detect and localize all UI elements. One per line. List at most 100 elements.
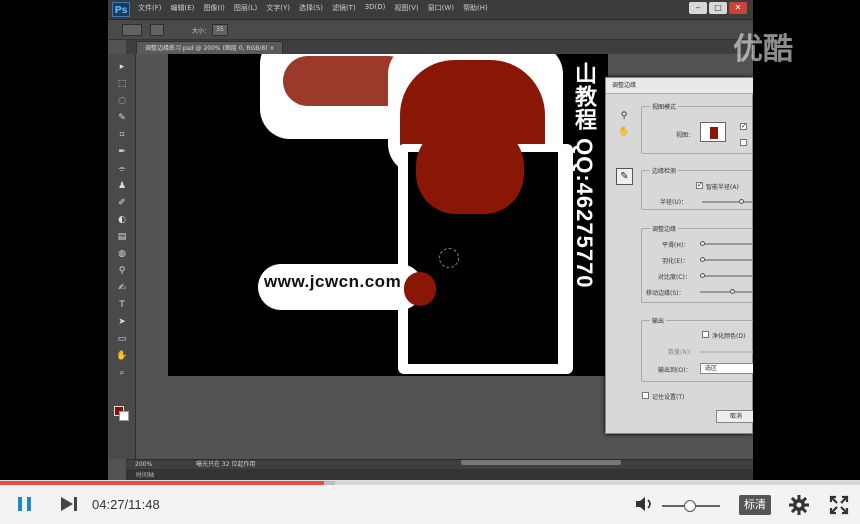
refine-edge-dialog: 调整边缘 ⚲ ✋ ✎ 视图模式 视图： 边缘检测 智能半径(A) 半径(U)： [605,77,753,434]
photoshop-window: Ps 文件(F) 编辑(E) 图像(I) 图层(L) 文字(Y) 选择(S) 滤… [108,0,753,480]
smart-radius-label: 智能半径(A) [706,184,739,191]
document-canvas[interactable]: www.jcwcn.com 山教程 QQ:46275770 [168,54,608,376]
menu-item-edit[interactable]: 编辑(E) [171,3,195,13]
options-bar: 大小： 35 [108,20,753,40]
menu-item-file[interactable]: 文件(F) [138,3,162,13]
fullscreen-button[interactable] [828,494,850,516]
horizontal-scrollbar[interactable] [461,460,621,465]
tool-preset-picker[interactable] [122,24,142,36]
edge-detection-group: 边缘检测 智能半径(A) 半径(U)： [641,166,753,210]
smart-radius-checkbox[interactable] [696,181,703,189]
shift-edge-label: 移动边缘(S)： [646,290,685,297]
marquee-tool-icon[interactable]: ⬚ [116,79,128,89]
next-icon [61,497,77,511]
menu-item-select[interactable]: 选择(S) [299,3,323,13]
background-color-swatch[interactable] [119,411,129,421]
menu-item-filter[interactable]: 滤镜(T) [332,3,356,13]
toolbox: ▸ ⬚ ◌ ✎ ⌗ ✒ ⌯ ♟ ✐ ◐ ▤ ◍ ⚲ ✍ T ➤ ▭ ✋ ⌕ [108,54,136,459]
settings-button[interactable] [788,494,810,516]
output-to-label: 输出到(O)： [658,367,692,374]
hand-icon[interactable]: ✋ [618,126,630,138]
pen-tool-icon[interactable]: ✍ [116,283,128,293]
path-select-tool-icon[interactable]: ➤ [116,317,128,327]
document-tabbar: 调整边缘练习.psd @ 200% (图层 0, RGB/8) × [126,40,753,54]
ps-menubar: Ps 文件(F) 编辑(E) 图像(I) 图层(L) 文字(Y) 选择(S) 滤… [108,0,753,20]
status-bar: 200% 曝光只在 32 位起作用 [126,459,753,469]
brush-tool-icon[interactable]: ✐ [116,198,128,208]
remember-settings-checkbox[interactable] [642,392,649,399]
stamp-tool-icon[interactable]: ♟ [116,181,128,191]
radius-label: 半径(U)： [660,199,688,206]
show-radius-checkbox[interactable] [740,122,747,130]
blur-tool-icon[interactable]: ⚲ [116,266,128,276]
view-mode-label: 视图模式 [650,102,679,111]
healing-tool-icon[interactable]: ⌯ [116,164,128,174]
adjust-edge-group: 调整边缘 平滑(H)： 羽化(E)： 对比度(C)： 移动边缘(S)： [641,224,753,303]
zoom-tool-icon[interactable]: ⌕ [116,368,128,378]
document-tab[interactable]: 调整边缘练习.psd @ 200% (图层 0, RGB/8) × [136,41,284,54]
close-button[interactable]: ✕ [729,2,747,14]
shift-edge-slider[interactable] [700,289,753,294]
timeline-panel-tab[interactable]: 时间轴 [126,469,753,480]
eraser-tool-icon[interactable]: ▤ [116,232,128,242]
progress-played [0,481,325,485]
menu-item-3d[interactable]: 3D(D) [365,3,386,13]
lasso-tool-icon[interactable]: ◌ [116,96,128,106]
view-label: 视图： [676,132,695,139]
size-label: 大小： [192,28,211,35]
decontaminate-checkbox[interactable] [702,331,709,338]
zoom-icon[interactable]: ⚲ [618,110,630,122]
eyedropper-tool-icon[interactable]: ✒ [116,147,128,157]
type-tool-icon[interactable]: T [116,300,128,310]
gradient-tool-icon[interactable]: ◍ [116,249,128,259]
view-mode-group: 视图模式 视图： [641,102,753,154]
menu-item-window[interactable]: 窗口(W) [428,3,454,13]
smooth-slider[interactable] [700,241,753,246]
shape-tool-icon[interactable]: ▭ [116,334,128,344]
window-controls: ‒ □ ✕ [689,2,747,14]
output-to-select[interactable]: 选区 [700,363,753,374]
menu-item-image[interactable]: 图像(I) [203,3,225,13]
refine-radius-brush-icon[interactable]: ✎ [616,168,633,185]
brush-mode-button[interactable] [150,24,164,36]
brush-cursor [439,248,459,268]
history-brush-tool-icon[interactable]: ◐ [116,215,128,225]
menu-item-help[interactable]: 帮助(H) [463,3,488,13]
quality-button[interactable]: 标清 [739,495,771,515]
maximize-button[interactable]: □ [709,2,727,14]
adjust-edge-label: 调整边缘 [650,224,679,233]
contrast-label: 对比度(C)： [658,274,691,281]
watermark-text: www.jcwcn.com [264,272,402,291]
menu-item-layer[interactable]: 图层(L) [234,3,257,13]
hand-tool-icon[interactable]: ✋ [116,351,128,361]
contrast-slider[interactable] [700,273,753,278]
crop-tool-icon[interactable]: ⌗ [116,130,128,140]
dialog-title: 调整边缘 [606,78,753,94]
volume-slider[interactable] [662,500,720,512]
feather-slider[interactable] [700,257,753,262]
size-field[interactable]: 35 [212,24,228,36]
gear-icon [789,495,809,515]
vertical-contact-text: 山教程 QQ:46275770 [572,62,597,289]
progress-bar[interactable] [0,481,860,485]
pause-button[interactable] [16,495,34,513]
move-tool-icon[interactable]: ▸ [116,62,128,72]
timeline-label: 时间轴 [136,472,155,479]
feather-label: 羽化(E)： [662,258,689,265]
output-label: 输出 [650,316,667,325]
menu-item-view[interactable]: 视图(V) [394,3,418,13]
quick-select-tool-icon[interactable]: ✎ [116,113,128,123]
next-button[interactable] [58,495,80,513]
menu-item-type[interactable]: 文字(Y) [266,3,290,13]
volume-knob[interactable] [683,500,696,512]
speaker-icon [636,497,651,511]
show-original-checkbox[interactable] [740,139,747,146]
view-thumbnail[interactable] [700,122,726,142]
youku-watermark: 优酷 [733,32,793,67]
red-accent-dot [404,272,436,306]
volume-button[interactable] [634,495,656,513]
radius-slider[interactable] [702,199,753,204]
cancel-button[interactable]: 取消 [716,410,753,423]
video-frame[interactable]: Ps 文件(F) 编辑(E) 图像(I) 图层(L) 文字(Y) 选择(S) 滤… [0,0,860,480]
minimize-button[interactable]: ‒ [689,2,707,14]
